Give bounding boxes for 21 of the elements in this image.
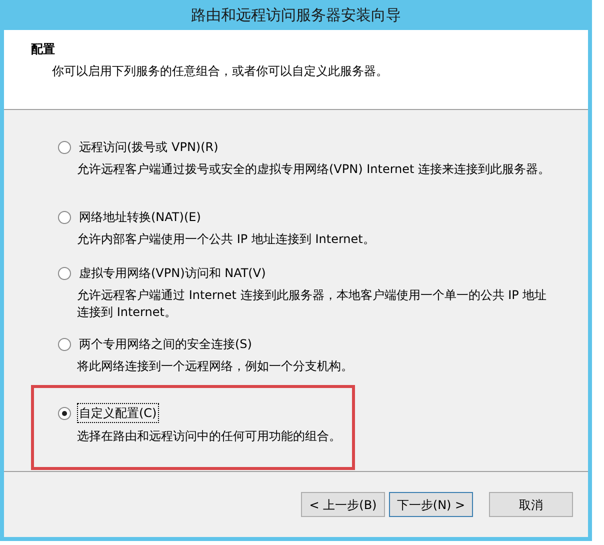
radio-button[interactable] bbox=[58, 266, 71, 280]
radio-button[interactable] bbox=[58, 140, 71, 154]
radio-button[interactable] bbox=[58, 338, 71, 350]
page-subtitle: 你可以启用下列服务的任意组合，或者你可以自定义此服务器。 bbox=[52, 63, 389, 80]
radio-button[interactable] bbox=[58, 406, 71, 420]
wizard-button[interactable]: 取消 bbox=[489, 492, 573, 517]
option-label[interactable]: 虚拟专用网络(VPN)访问和 NAT(V) bbox=[77, 264, 268, 282]
option-description: 允许远程客户端通过拨号或安全的虚拟专用网络(VPN) Internet 连接来连接到此服务器。 bbox=[77, 161, 552, 178]
option-description: 选择在路由和远程访问中的任何可用功能的组合。 bbox=[77, 428, 342, 445]
option-label[interactable]: 自定义配置(C) bbox=[77, 403, 159, 423]
wizard-button[interactable]: < 上一步(B) bbox=[301, 492, 385, 517]
wizard-button[interactable]: 下一步(N) > bbox=[389, 492, 473, 517]
window-title: 路由和远程访问服务器安装向导 bbox=[190, 4, 402, 26]
option-description: 将此网络连接到一个远程网络，例如一个分支机构。 bbox=[77, 358, 354, 375]
option-label[interactable]: 网络地址转换(NAT)(E) bbox=[77, 208, 203, 226]
option-description: 允许远程客户端通过 Internet 连接到此服务器，本地客户端使用一个单一的公共 IP 地址连接到 Internet。 bbox=[77, 287, 548, 321]
radio-button[interactable] bbox=[58, 210, 71, 224]
page-title: 配置 bbox=[31, 41, 56, 58]
option-description: 允许内部客户端使用一个公共 IP 地址连接到 Internet。 bbox=[77, 231, 376, 248]
option-label[interactable]: 两个专用网络之间的安全连接(S) bbox=[77, 335, 254, 353]
option-label[interactable]: 远程访问(拨号或 VPN)(R) bbox=[77, 138, 220, 156]
